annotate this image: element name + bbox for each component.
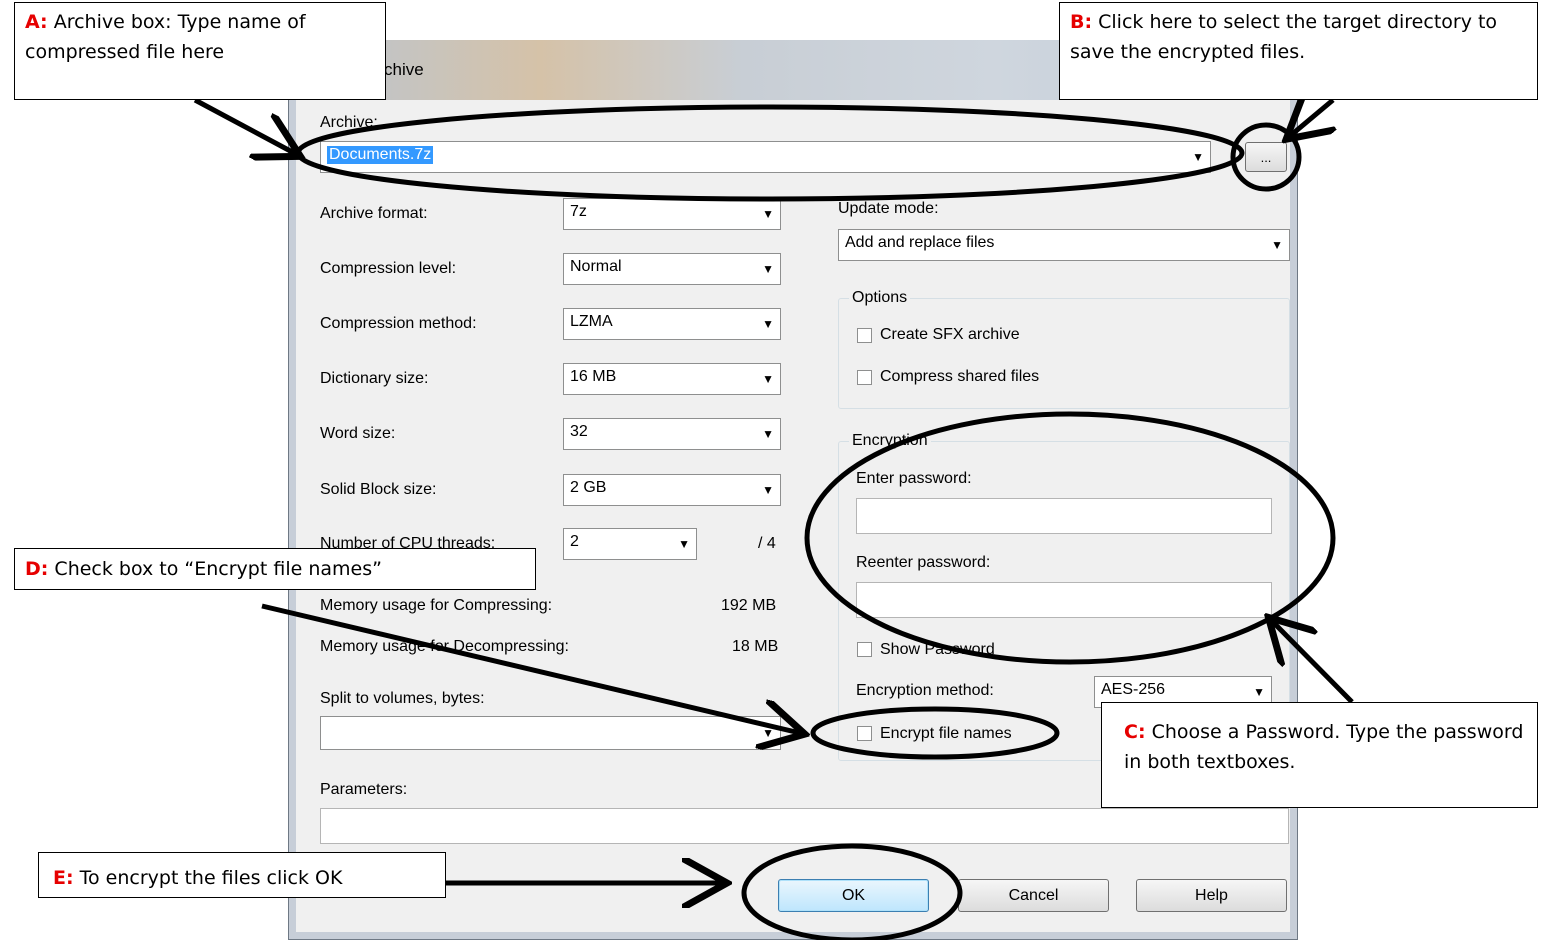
callout-d-letter: D: xyxy=(25,558,49,580)
highlight-ellipse-password xyxy=(804,411,1336,665)
arrow-d xyxy=(261,603,800,733)
highlight-ellipse-encrypt-names xyxy=(810,706,1060,760)
callout-d: D: Check box to “Encrypt file names” xyxy=(14,548,536,590)
callout-b: B: Click here to select the target direc… xyxy=(1059,2,1538,100)
callout-a-letter: A: xyxy=(25,11,48,33)
callout-e: E: To encrypt the files click OK xyxy=(38,852,446,898)
callout-c-text: Choose a Password. Type the password in … xyxy=(1124,721,1524,773)
arrow-c xyxy=(1272,621,1354,704)
callout-e-text: To encrypt the files click OK xyxy=(79,867,343,889)
callout-a: A: Archive box: Type name of compressed … xyxy=(14,2,386,100)
highlight-ellipse-archive xyxy=(295,104,1245,202)
arrow-b xyxy=(1290,100,1333,136)
callout-b-letter: B: xyxy=(1070,11,1093,33)
callout-b-text: Click here to select the target director… xyxy=(1070,11,1498,63)
callout-c-letter: C: xyxy=(1124,721,1146,743)
callout-d-text: Check box to “Encrypt file names” xyxy=(54,558,382,580)
callout-c: C: Choose a Password. Type the password … xyxy=(1101,702,1538,808)
arrow-a xyxy=(193,97,296,154)
callout-a-text: Archive box: Type name of compressed fil… xyxy=(25,11,306,63)
callout-e-letter: E: xyxy=(53,867,74,889)
highlight-ellipse-ok xyxy=(741,843,963,940)
